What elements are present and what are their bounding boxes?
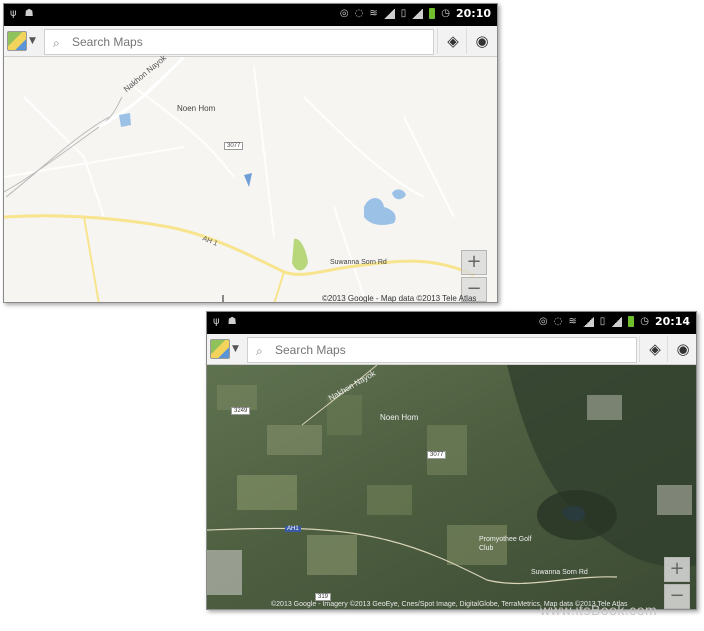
usb-icon: ψ <box>213 316 220 327</box>
signal-icon-2 <box>611 316 623 327</box>
chevron-down-icon: ▼ <box>29 36 36 46</box>
wifi-icon: ≋ <box>369 8 378 19</box>
search-input[interactable] <box>70 34 385 50</box>
map-attribution: ©2013 Google - Map data ©2013 Tele Atlas <box>322 294 477 303</box>
sync-icon: ◎ <box>538 316 548 327</box>
battery-icon <box>429 8 436 19</box>
label-noen-hom: Noen Hom <box>177 104 216 113</box>
zoom-controls: + − <box>664 557 690 609</box>
label-suwanna-sorn: Suwanna Sorn Rd <box>330 259 387 266</box>
alarm-icon: ◷ <box>441 8 450 19</box>
usb-icon: ψ <box>10 8 17 19</box>
satellite-imagery <box>207 365 696 609</box>
map-canvas[interactable]: Nakhon Nayok Noen Hom 3077 AH 1 Suwanna … <box>4 53 497 303</box>
search-icon: ⌕ <box>53 36 60 50</box>
watermark: www.itsBook.com <box>540 602 658 618</box>
wifi-icon: ≋ <box>568 316 577 327</box>
route-shield-3249: 3249 <box>231 407 251 415</box>
bluetooth-icon: ▯ <box>599 316 606 327</box>
search-box[interactable]: ⌕ <box>44 29 434 55</box>
search-box[interactable]: ⌕ <box>247 337 637 363</box>
maps-app-icon <box>210 339 230 359</box>
toolbar: ▼ ⌕ ◈ ◉ <box>207 334 696 365</box>
maps-app-icon <box>7 31 27 51</box>
label-suwanna-sorn: Suwanna Sorn Rd <box>531 569 588 576</box>
layers-button[interactable]: ◈ <box>437 28 468 54</box>
data-icon: ◌ <box>354 8 364 19</box>
battery-icon <box>628 316 635 327</box>
map-drawing <box>4 57 497 302</box>
route-shield-ah1: AH1 <box>285 526 301 532</box>
layers-icon: ◈ <box>447 32 459 50</box>
signal-icon <box>582 316 594 327</box>
maps-app-button[interactable]: ▼ <box>7 29 41 53</box>
clock: 20:10 <box>455 7 491 20</box>
android-icon: ☗ <box>24 8 34 19</box>
toolbar: ▼ ⌕ ◈ ◉ <box>4 26 497 57</box>
zoom-out-button[interactable]: − <box>664 584 690 609</box>
layers-button[interactable]: ◈ <box>639 336 670 362</box>
satellite-canvas[interactable]: Nakhon Nayok Noen Hom 3249 3077 AH1 Prom… <box>207 365 696 609</box>
search-icon: ⌕ <box>256 344 263 358</box>
layers-icon: ◈ <box>649 340 661 358</box>
my-location-button[interactable]: ◉ <box>667 336 696 362</box>
status-bar: ψ ☗ ◎ ◌ ≋ ▯ ◷ 20:10 <box>4 4 497 26</box>
alarm-icon: ◷ <box>640 316 649 327</box>
chevron-down-icon: ▼ <box>232 344 239 354</box>
status-bar: ψ ☗ ◎ ◌ ≋ ▯ ◷ 20:14 <box>207 312 696 334</box>
data-icon: ◌ <box>553 316 563 327</box>
route-shield-3077: 3077 <box>427 451 447 459</box>
screenshot-satellite-view: ψ ☗ ◎ ◌ ≋ ▯ ◷ 20:14 ▼ ⌕ ◈ ◉ <box>206 311 697 610</box>
route-shield-3077: 3077 <box>224 142 244 150</box>
my-location-button[interactable]: ◉ <box>466 28 497 54</box>
my-location-icon: ◉ <box>676 340 690 358</box>
zoom-in-button[interactable]: + <box>664 557 690 582</box>
signal-icon-2 <box>412 8 424 19</box>
signal-icon <box>383 8 395 19</box>
bluetooth-icon: ▯ <box>400 8 407 19</box>
screenshot-map-view: ψ ☗ ◎ ◌ ≋ ▯ ◷ 20:10 ▼ ⌕ ◈ ◉ <box>3 3 498 303</box>
search-input[interactable] <box>273 342 588 358</box>
my-location-icon: ◉ <box>475 32 489 50</box>
label-promyothee-golf-club: Promyothee Golf Club <box>479 536 532 552</box>
label-noen-hom: Noen Hom <box>380 413 419 422</box>
sync-icon: ◎ <box>339 8 349 19</box>
android-icon: ☗ <box>227 316 237 327</box>
zoom-in-button[interactable]: + <box>461 250 487 275</box>
route-shield-319: 319 <box>315 593 332 601</box>
clock: 20:14 <box>654 315 690 328</box>
maps-app-button[interactable]: ▼ <box>210 337 244 361</box>
